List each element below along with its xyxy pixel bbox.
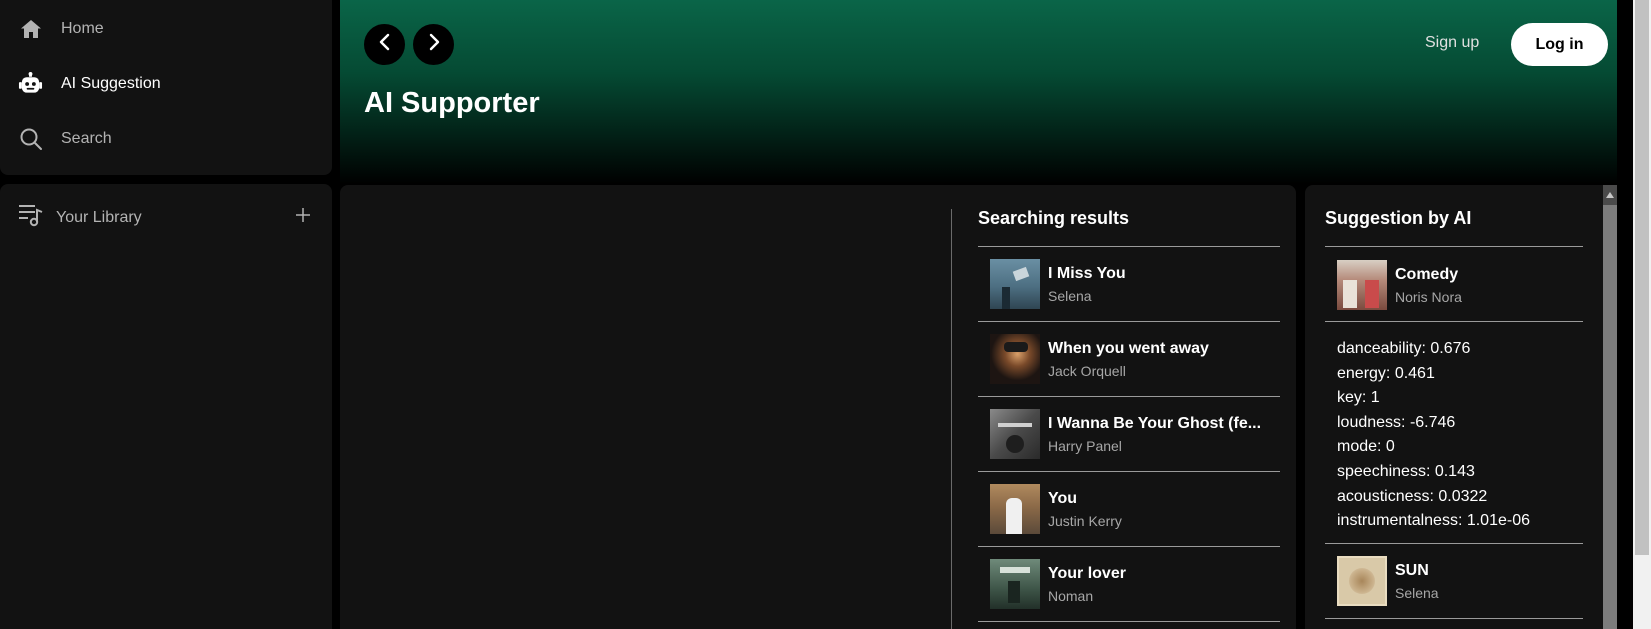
sidebar-item-label: Search — [61, 130, 112, 147]
list-item[interactable]: When you went away Jack Orquell — [978, 322, 1280, 397]
sidebar-item-ai-suggestion[interactable]: AI Suggestion — [18, 68, 161, 100]
divider — [951, 209, 952, 629]
track-artist: Noman — [1048, 587, 1094, 604]
library-icon — [18, 202, 44, 233]
ai-title: Suggestion by AI — [1325, 208, 1472, 228]
track-artist: Justin Kerry — [1048, 512, 1122, 529]
album-cover — [990, 259, 1040, 309]
sidebar-item-label: Home — [61, 20, 104, 37]
robot-icon — [18, 71, 43, 97]
track-artist: Harry Panel — [1048, 437, 1122, 454]
forward-button[interactable] — [413, 24, 454, 65]
plus-icon[interactable] — [291, 203, 315, 227]
track-title: I Wanna Be Your Ghost (fe... — [1048, 414, 1262, 432]
chevron-left-icon — [376, 33, 394, 56]
page-title: AI Supporter — [364, 87, 540, 119]
feature-item: energy: 0.461 — [1337, 364, 1435, 382]
library-panel: Your Library — [0, 184, 332, 629]
track-artist: Noris Nora — [1395, 288, 1462, 305]
album-cover — [990, 559, 1040, 609]
sidebar-item-home[interactable]: Home — [18, 13, 104, 45]
ai-suggestion-panel: Suggestion by AI Comedy Noris Nora dance… — [1305, 185, 1617, 629]
feature-item: key: 1 — [1337, 389, 1380, 407]
feature-item: speechiness: 0.143 — [1337, 462, 1475, 480]
scroll-thumb[interactable] — [1603, 205, 1617, 629]
results-list: I Miss You Selena When you went away Jac… — [978, 246, 1280, 622]
login-button[interactable]: Log in — [1511, 23, 1608, 66]
signup-button[interactable]: Sign up — [1425, 34, 1479, 52]
divider — [1325, 321, 1583, 322]
sidebar-nav: Home AI Suggestion Search — [0, 0, 332, 175]
page-scroll-thumb[interactable] — [1635, 0, 1649, 555]
album-cover — [990, 334, 1040, 384]
track-title: When you went away — [1048, 339, 1209, 357]
divider — [1325, 618, 1583, 619]
feature-item: instrumentalness: 1.01e-06 — [1337, 512, 1530, 530]
scroll-up-arrow-icon[interactable] — [1603, 185, 1617, 205]
list-item[interactable]: SUN Selena — [1337, 556, 1439, 606]
feature-item: acousticness: 0.0322 — [1337, 487, 1488, 505]
list-item[interactable]: I Wanna Be Your Ghost (fe... Harry Panel — [978, 397, 1280, 472]
main-panel: Searching results I Miss You Selena When… — [340, 185, 1296, 629]
home-icon — [18, 17, 43, 42]
sidebar-item-search[interactable]: Search — [18, 123, 112, 155]
divider — [1325, 246, 1583, 247]
track-artist: Selena — [1395, 584, 1439, 601]
track-title: SUN — [1395, 561, 1429, 579]
track-artist: Selena — [1048, 287, 1092, 304]
album-cover — [990, 409, 1040, 459]
feature-item: loudness: -6.746 — [1337, 413, 1456, 431]
track-title: You — [1048, 489, 1078, 507]
track-title: Comedy — [1395, 265, 1459, 283]
list-item[interactable]: Comedy Noris Nora — [1337, 260, 1462, 310]
library-button[interactable]: Your Library — [18, 202, 142, 233]
results-title: Searching results — [978, 208, 1130, 228]
chevron-right-icon — [425, 33, 443, 56]
track-title: Your lover — [1048, 564, 1126, 582]
album-cover — [1337, 260, 1387, 310]
page-header: AI Supporter Sign up Log in — [340, 0, 1617, 184]
track-title: I Miss You — [1048, 264, 1126, 282]
audio-features: danceability: 0.676 energy: 0.461 key: 1… — [1337, 337, 1530, 534]
sidebar-item-label: AI Suggestion — [61, 75, 161, 92]
list-item[interactable]: You Justin Kerry — [978, 472, 1280, 547]
page-scrollbar[interactable] — [1633, 0, 1651, 629]
library-label: Your Library — [56, 208, 142, 226]
panel-scrollbar[interactable] — [1603, 185, 1617, 629]
album-cover — [1337, 556, 1387, 606]
album-cover — [990, 484, 1040, 534]
list-item[interactable]: Your lover Noman — [978, 547, 1280, 622]
feature-item: mode: 0 — [1337, 438, 1395, 456]
track-artist: Jack Orquell — [1048, 362, 1126, 379]
list-item[interactable]: I Miss You Selena — [978, 247, 1280, 322]
divider — [1325, 543, 1583, 544]
search-icon — [18, 127, 43, 152]
back-button[interactable] — [364, 24, 405, 65]
feature-item: danceability: 0.676 — [1337, 340, 1471, 357]
